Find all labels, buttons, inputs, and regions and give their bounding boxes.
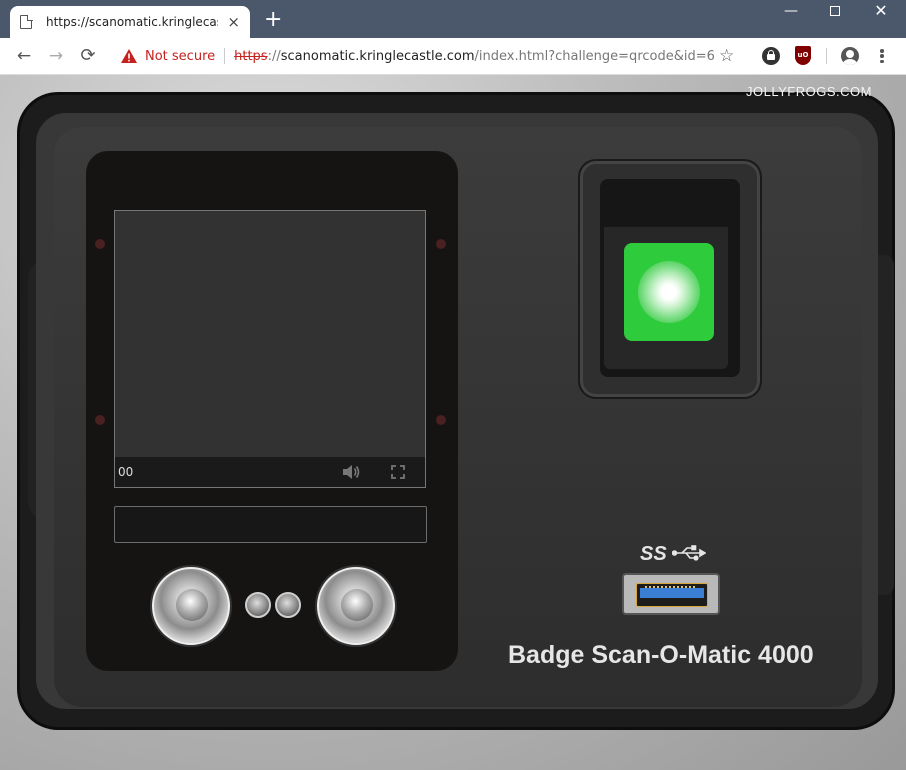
url-separator: :// <box>267 48 281 64</box>
watermark: JOLLYFROGS.COM <box>746 84 872 99</box>
star-icon[interactable]: ☆ <box>719 46 734 66</box>
browser-toolbar: ← → ⟳ Not secure https://scanomatic.krin… <box>0 38 906 75</box>
indicator-light <box>275 592 301 618</box>
device-brand: Badge Scan-O-Matic 4000 <box>508 641 814 669</box>
maximize-icon <box>830 6 840 16</box>
fullscreen-icon[interactable] <box>391 464 405 479</box>
ublock-icon[interactable]: uO <box>795 46 811 65</box>
volume-icon[interactable] <box>341 463 361 481</box>
browser-window: https://scanomatic.kringlecastle × + — ✕… <box>0 0 906 770</box>
usb-slot <box>636 583 708 607</box>
security-status[interactable]: Not secure <box>145 49 215 64</box>
address-separator <box>224 48 226 64</box>
close-window-button[interactable]: ✕ <box>858 2 904 22</box>
screw <box>436 239 446 249</box>
maximize-button[interactable] <box>812 2 858 22</box>
menu-icon[interactable] <box>876 46 888 66</box>
profile-icon[interactable] <box>841 47 859 65</box>
page-content: JOLLYFROGS.COM 00 SS Badge Scan-O-Matic … <box>0 75 906 770</box>
warning-icon[interactable] <box>121 49 137 63</box>
usb-icon <box>671 545 707 561</box>
new-tab-button[interactable]: + <box>264 9 282 31</box>
indicator-light <box>245 592 271 618</box>
url-host: scanomatic.kringlecastle.com <box>280 48 475 64</box>
url-path: /index.html?challenge=qrcode&id=601b... <box>474 48 715 64</box>
back-button[interactable]: ← <box>14 46 34 66</box>
usb-port[interactable] <box>622 573 720 615</box>
doc-icon <box>20 14 33 29</box>
camera-video[interactable]: 00 <box>114 210 426 488</box>
lock-extension-icon[interactable] <box>762 47 780 65</box>
scan-glow-icon <box>638 261 700 323</box>
usb-tongue <box>640 588 704 598</box>
video-controls: 00 <box>115 457 425 487</box>
url-text[interactable]: https://scanomatic.kringlecastle.com/ind… <box>234 49 714 64</box>
reload-button[interactable]: ⟳ <box>78 46 98 66</box>
usb-ss-label: SS <box>640 543 667 565</box>
fingerprint-scan-button[interactable] <box>624 243 714 341</box>
tab-close-icon[interactable]: × <box>227 14 240 30</box>
tab-strip: https://scanomatic.kringlecastle × + — ✕ <box>0 0 906 38</box>
camera-lens-left <box>152 567 230 645</box>
address-bar[interactable]: Not secure https://scanomatic.kringlecas… <box>108 42 748 70</box>
forward-button[interactable]: → <box>46 46 66 66</box>
screw <box>95 415 105 425</box>
url-scheme: https <box>234 48 268 64</box>
screw <box>95 239 105 249</box>
minimize-button[interactable]: — <box>768 2 814 22</box>
screw <box>436 415 446 425</box>
toolbar-divider <box>826 48 827 64</box>
video-time: 00 <box>118 465 134 479</box>
tab-title: https://scanomatic.kringlecastle <box>46 15 218 29</box>
usb-pins <box>645 586 695 589</box>
scan-output-field[interactable] <box>114 506 427 543</box>
browser-tab[interactable]: https://scanomatic.kringlecastle × <box>10 6 250 38</box>
camera-lens-right <box>317 567 395 645</box>
